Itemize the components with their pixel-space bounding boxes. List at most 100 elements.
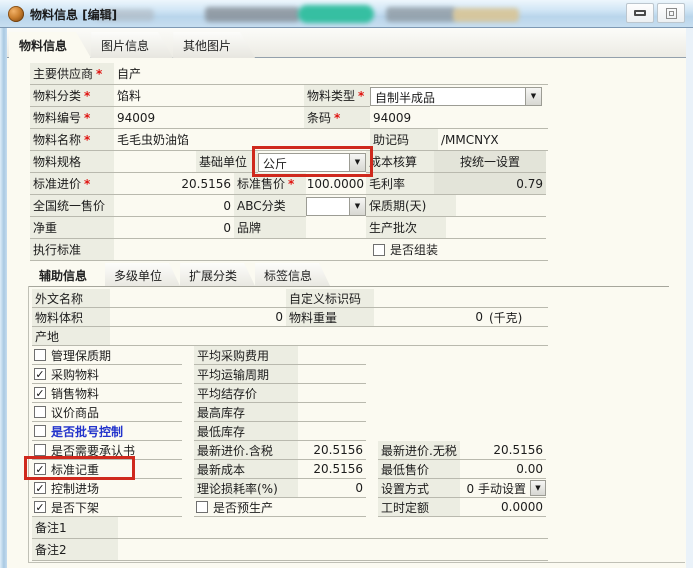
category-field[interactable]: 馅料 [114,85,304,107]
minimize-icon [634,10,646,16]
supplier-label: 主要供应商 * [30,63,114,85]
aux-row: 是否批号控制 最低库存 [32,422,548,441]
tab-label: 其他图片 [183,39,232,53]
form-row: 执行标准 是否组装 [30,239,548,261]
restore-button[interactable] [657,3,685,23]
custom-id-field[interactable] [374,289,548,308]
checkbox-standard-weighing[interactable]: ✓ 标准记重 [24,456,182,480]
aux-tab-strip: 辅助信息 多级单位 扩展分类 标签信息 [29,263,669,287]
avg-balance-price-value[interactable] [298,384,366,402]
checkbox-box[interactable]: ✓ [34,463,46,475]
std-sale-field[interactable]: 100.0000 [306,173,366,195]
latest-price-notax-label: 最新进价.无税 [378,441,460,459]
base-unit-label: 基础单位 [196,151,258,173]
tab-multi-unit[interactable]: 多级单位 [105,263,180,286]
mnemonic-field[interactable]: /MMCNYX [438,129,548,151]
form-row: 产地 [32,327,548,346]
avg-purchase-fee-label: 平均采购费用 [194,346,298,364]
exec-standard-field[interactable] [114,239,370,261]
checkbox-approval-letter[interactable]: 是否需要承认书 [32,441,182,460]
spec-field[interactable] [114,151,196,173]
chevron-down-icon[interactable]: ▼ [525,87,541,105]
supplier-field[interactable]: 自产 [114,63,548,85]
checkbox-box[interactable]: ✓ [34,482,46,494]
min-sale-price-value[interactable]: 0.00 [460,460,546,478]
checkbox-purchase-material[interactable]: ✓ 采购物料 [32,365,182,384]
checkbox-negotiated-goods[interactable]: 议价商品 [32,403,182,422]
remark1-field[interactable] [118,517,548,539]
base-unit-dropdown[interactable]: 公斤 ▼ [252,146,373,177]
weight-field[interactable]: 0 [374,308,486,327]
foreign-name-label: 外文名称 [32,289,110,308]
max-stock-value[interactable] [298,403,366,421]
name-field[interactable]: 毛毛虫奶油馅 [114,129,370,151]
checkbox-box[interactable] [373,243,385,256]
barcode-field[interactable]: 94009 [370,107,548,129]
volume-label: 物料体积 [32,308,110,327]
title-bar[interactable]: 物料信息 [编辑] [0,0,693,28]
minimize-button[interactable] [626,3,654,23]
abc-class-dropdown[interactable]: ▼ [306,195,366,217]
set-mode-dropdown[interactable]: 0 手动设置 ▼ [460,479,546,497]
std-purchase-field[interactable]: 20.5156 [114,173,234,195]
avg-transport-cycle-value[interactable] [298,365,366,383]
checkbox-box[interactable]: ✓ [34,387,46,399]
category-label: 物料分类 * [30,85,114,107]
avg-purchase-fee-value[interactable] [298,346,366,364]
checkbox-box[interactable]: ✓ [34,501,46,513]
min-stock-value[interactable] [298,422,366,440]
checkbox-off-shelf[interactable]: ✓ 是否下架 [32,498,182,517]
set-mode-label: 设置方式 [378,479,460,497]
tab-picture-info[interactable]: 图片信息 [91,32,173,58]
required-marker: * [96,66,103,81]
tab-label-info[interactable]: 标签信息 [255,263,330,286]
code-field[interactable]: 94009 [114,107,304,129]
required-marker: * [84,88,91,103]
latest-cost-value[interactable]: 20.5156 [298,460,366,478]
type-dropdown[interactable]: 自制半成品 ▼ [370,85,542,107]
code-label: 物料编号 * [30,107,114,129]
tab-extended-class[interactable]: 扩展分类 [180,263,255,286]
margin-value: 0.79 [434,173,546,195]
margin-label: 毛利率 [366,173,434,195]
checkbox-pre-production[interactable]: 是否预生产 [194,498,366,517]
origin-field[interactable] [110,327,548,346]
shelf-life-field[interactable] [456,195,546,217]
remark2-field[interactable] [118,539,548,561]
latest-price-notax-value[interactable]: 20.5156 [460,441,546,459]
weight-unit: (千克) [486,308,548,327]
checkbox-box[interactable] [196,501,208,513]
chevron-down-icon[interactable]: ▼ [530,480,546,496]
checkbox-manage-shelf-life[interactable]: 管理保质期 [32,346,182,365]
checkbox-control-entry[interactable]: ✓ 控制进场 [32,479,182,498]
checkbox-sale-material[interactable]: ✓ 销售物料 [32,384,182,403]
national-price-field[interactable]: 0 [114,195,234,217]
form-row: 物料分类 * 馅料 物料类型 * 自制半成品 ▼ [30,85,548,107]
volume-field[interactable]: 0 [110,308,286,327]
work-quota-value[interactable]: 0.0000 [460,498,546,516]
tab-other-pictures[interactable]: 其他图片 [173,32,255,58]
checkbox-box[interactable]: ✓ [34,368,46,380]
checkbox-box[interactable] [34,349,46,361]
tab-label: 多级单位 [114,269,163,283]
latest-price-tax-label: 最新进价.含税 [194,441,298,459]
checkbox-box[interactable] [34,444,46,456]
min-stock-label: 最低库存 [194,422,298,440]
chevron-down-icon[interactable]: ▼ [349,153,365,171]
checkbox-box[interactable] [34,406,46,418]
tab-material-info[interactable]: 物料信息 [9,32,91,58]
brand-field[interactable] [306,217,366,239]
net-weight-field[interactable]: 0 [114,217,234,239]
checkbox-label[interactable]: 是否批号控制 [51,423,123,440]
chevron-down-icon[interactable]: ▼ [349,197,365,215]
latest-price-tax-value[interactable]: 20.5156 [298,441,366,459]
net-weight-label: 净重 [30,217,114,239]
batch-field[interactable] [446,217,546,239]
tab-aux-info[interactable]: 辅助信息 [30,263,105,286]
checkbox-batch-control[interactable]: 是否批号控制 [32,422,182,441]
loss-rate-value[interactable]: 0 [298,479,366,497]
checkbox-label: 议价商品 [51,405,100,420]
is-assembled-checkbox[interactable]: 是否组装 [370,239,548,261]
checkbox-box[interactable] [34,425,46,437]
foreign-name-field[interactable] [110,289,286,308]
